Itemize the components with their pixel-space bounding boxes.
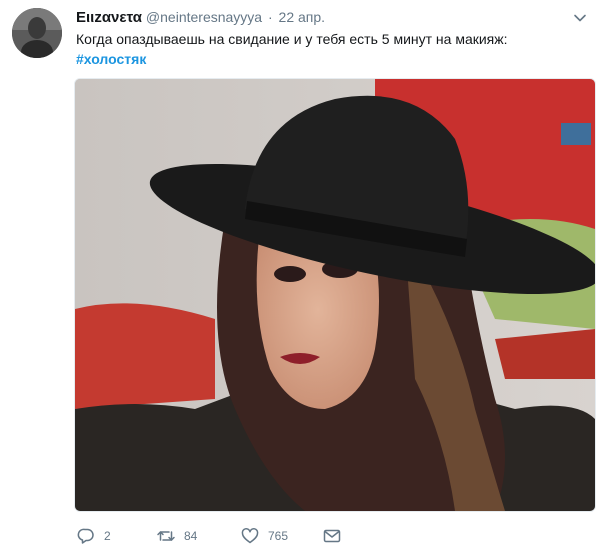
retweet-icon — [156, 526, 176, 546]
direct-message-button[interactable] — [322, 524, 342, 548]
separator-dot: · — [267, 9, 273, 25]
like-count: 765 — [268, 529, 289, 543]
envelope-icon — [322, 526, 342, 546]
tweet-header: Ειιzανετα @neinteresnayyya · 22 апр. — [76, 7, 325, 28]
retweet-count: 84 — [184, 529, 198, 543]
reply-button[interactable]: 2 — [76, 524, 111, 548]
avatar-image — [12, 8, 62, 58]
tweet: Ειιzανετα @neinteresnayyya · 22 апр. Ког… — [0, 0, 600, 554]
retweet-button[interactable]: 84 — [156, 524, 197, 548]
heart-icon — [240, 526, 260, 546]
chevron-down-icon[interactable] — [572, 10, 588, 26]
reply-icon — [76, 526, 96, 546]
hashtag-link[interactable]: #холостяк — [76, 49, 146, 69]
author-name[interactable]: Ειιzανετα — [76, 9, 142, 26]
like-button[interactable]: 765 — [240, 524, 288, 548]
author-handle[interactable]: @neinteresnayyya — [146, 9, 262, 25]
tweet-actions: 2 84 765 — [76, 524, 576, 550]
avatar[interactable] — [12, 8, 62, 58]
tweet-media-image[interactable] — [74, 78, 596, 512]
tweet-text: Когда опаздываешь на свидание и у тебя е… — [76, 31, 508, 47]
reply-count: 2 — [104, 529, 111, 543]
photo-woman-in-black-hat — [75, 79, 595, 511]
tweet-date[interactable]: 22 апр. — [279, 9, 326, 25]
